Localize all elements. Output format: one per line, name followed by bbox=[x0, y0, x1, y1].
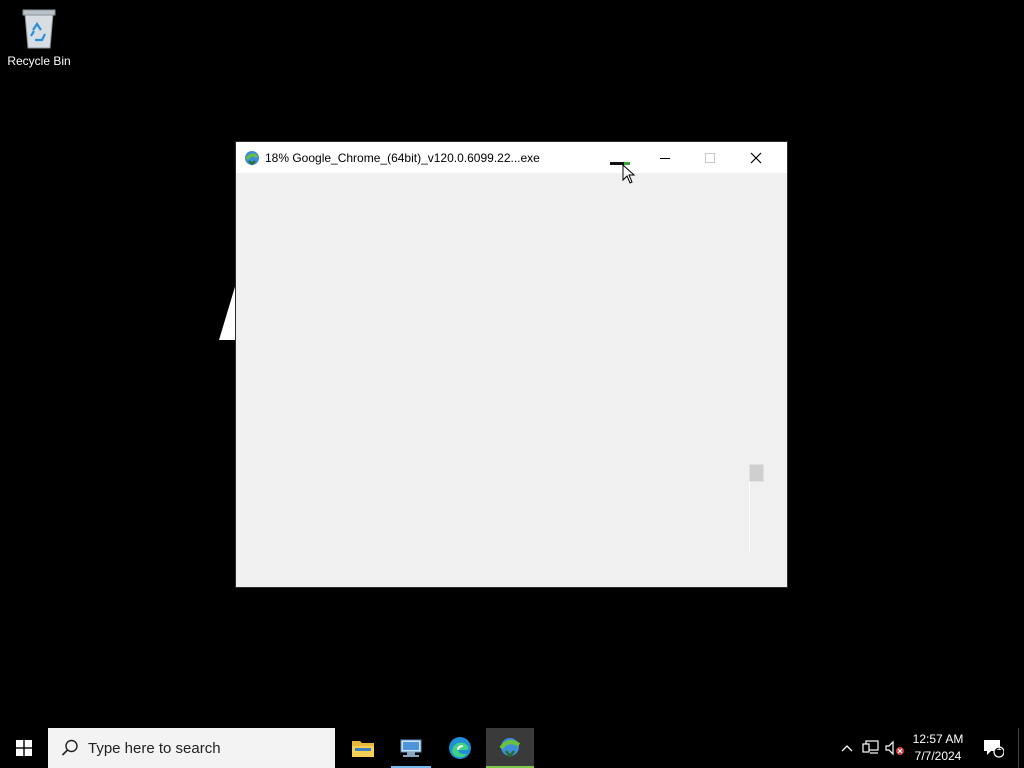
show-hidden-icons-button[interactable] bbox=[838, 728, 856, 768]
mouse-cursor-icon bbox=[622, 164, 636, 184]
search-icon bbox=[61, 739, 78, 756]
network-icon bbox=[862, 740, 879, 754]
windows-logo-icon bbox=[16, 740, 32, 756]
minimize-button[interactable] bbox=[642, 142, 688, 173]
volume-muted-icon bbox=[885, 740, 904, 756]
taskbar: Type here to search 12:57 AM 7/7/2024 1 bbox=[0, 728, 1024, 768]
show-desktop-button[interactable] bbox=[1018, 728, 1024, 768]
minimize-icon bbox=[660, 157, 670, 159]
close-button[interactable] bbox=[733, 142, 779, 173]
taskbar-app-download-manager[interactable] bbox=[486, 728, 534, 768]
taskbar-app-file-explorer[interactable] bbox=[339, 728, 387, 768]
notification-count: 1 bbox=[996, 742, 1002, 752]
maximize-icon bbox=[705, 152, 715, 163]
taskbar-app-network[interactable] bbox=[387, 728, 435, 768]
network-tray-button[interactable] bbox=[860, 728, 882, 768]
clock-time: 12:57 AM bbox=[912, 732, 964, 746]
ghost-artifact bbox=[219, 280, 237, 340]
download-manager-icon bbox=[245, 150, 259, 165]
scrollbar-track[interactable] bbox=[749, 482, 750, 552]
maximize-button[interactable] bbox=[687, 142, 733, 173]
window-title: 18% Google_Chrome_(64bit)_v120.0.6099.22… bbox=[265, 150, 540, 165]
download-window[interactable]: 18% Google_Chrome_(64bit)_v120.0.6099.22… bbox=[236, 142, 787, 587]
download-manager-icon bbox=[499, 738, 521, 758]
start-button[interactable] bbox=[0, 728, 48, 768]
desktop-icon-label: Recycle Bin bbox=[7, 54, 71, 68]
taskbar-clock[interactable]: 12:57 AM 7/7/2024 bbox=[906, 728, 970, 768]
title-bar[interactable]: 18% Google_Chrome_(64bit)_v120.0.6099.22… bbox=[236, 142, 787, 184]
edge-icon bbox=[449, 737, 471, 759]
taskbar-search-box[interactable]: Type here to search bbox=[48, 728, 335, 768]
clock-date: 7/7/2024 bbox=[914, 749, 962, 763]
volume-tray-button[interactable] bbox=[884, 728, 906, 768]
search-placeholder: Type here to search bbox=[88, 739, 221, 757]
close-icon bbox=[750, 152, 762, 163]
action-center-button[interactable]: 1 bbox=[978, 728, 1008, 768]
network-computer-icon bbox=[400, 739, 422, 757]
scrollbar-thumb[interactable] bbox=[749, 464, 764, 482]
desktop-icon-recycle-bin[interactable]: Recycle Bin bbox=[4, 6, 74, 76]
chevron-up-icon bbox=[841, 745, 853, 752]
recycle-bin-icon bbox=[22, 9, 56, 49]
folder-icon bbox=[352, 741, 374, 757]
taskbar-app-edge[interactable] bbox=[436, 728, 484, 768]
